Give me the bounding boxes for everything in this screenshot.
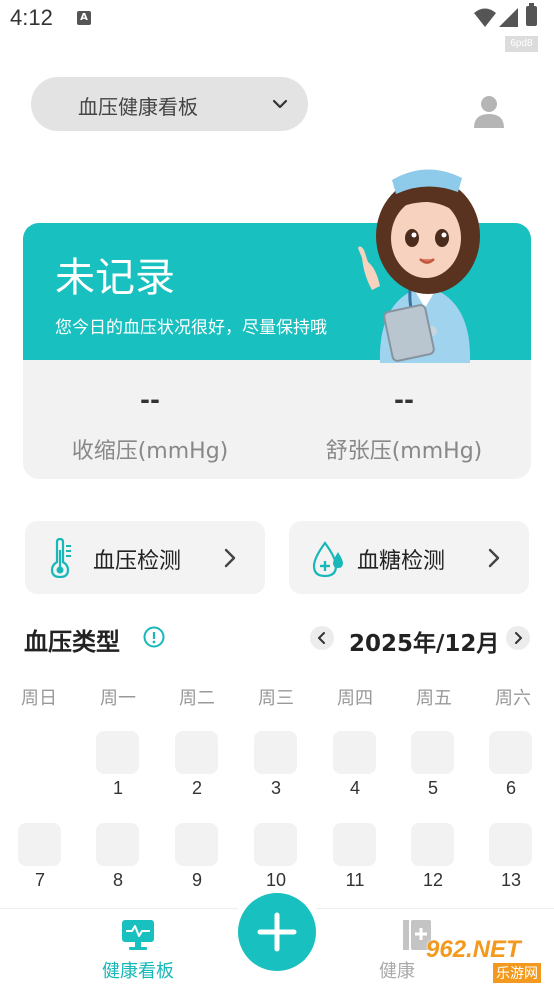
calendar-day-cell[interactable] (254, 731, 297, 774)
weekday-label: 周六 (495, 688, 531, 709)
systolic-block: -- 收缩压(mmHg) (23, 360, 277, 479)
diastolic-label: 舒张压(mmHg) (325, 439, 483, 464)
status-time: 4:12 (10, 5, 53, 30)
nurse-illustration (358, 169, 480, 363)
calendar-day-number: 11 (345, 870, 365, 890)
bp-detect-button[interactable]: 血压检测 (25, 521, 265, 594)
glucose-detect-button[interactable]: 血糖检测 (289, 521, 529, 594)
weekday-label: 周二 (179, 688, 215, 709)
chevron-right-icon (515, 632, 522, 644)
bp-status-title: 未记录 (55, 255, 175, 301)
calendar-day-cell[interactable] (96, 731, 139, 774)
watermark-sub: 乐游网 (493, 963, 541, 983)
calendar-day-number: 6 (505, 778, 516, 798)
info-icon[interactable] (143, 626, 165, 648)
notification-icon: A (77, 11, 91, 25)
weekday-label: 周日 (21, 688, 57, 709)
diastolic-value: -- (394, 386, 414, 414)
calendar-day-number: 7 (34, 870, 45, 890)
wifi-icon (474, 8, 496, 27)
calendar-day-cell[interactable] (489, 823, 532, 866)
calendar-title: 血压类型 (24, 628, 120, 656)
calendar-day-number: 13 (500, 870, 522, 890)
calendar-day-number: 4 (349, 778, 360, 798)
calendar-day-number: 8 (112, 870, 123, 890)
nav-item-dashboard[interactable]: 健康看板 (68, 909, 208, 986)
watermark-text: 962.NET (426, 936, 521, 963)
systolic-value: -- (140, 386, 160, 414)
chevron-down-icon (272, 99, 288, 109)
signal-icon (499, 8, 518, 27)
bp-values: -- 收缩压(mmHg) -- 舒张压(mmHg) (23, 360, 531, 479)
weekday-label: 周四 (337, 688, 373, 709)
weekday-label: 周五 (416, 688, 452, 709)
calendar-day-cell[interactable] (333, 731, 376, 774)
battery-icon (526, 3, 537, 26)
calendar-day-cell[interactable] (411, 731, 454, 774)
calendar-day-number: 2 (191, 778, 202, 798)
month-label: 2025年/12月 (349, 631, 500, 657)
app-screen: 4:12 A 6pd8 血压健康看板 未记录 您今日的血压状况很好，尽量保持哦 … (0, 0, 554, 986)
weekday-label: 周三 (258, 688, 294, 709)
chevron-right-icon (224, 548, 236, 568)
calendar-day-number: 5 (427, 778, 438, 798)
weekday-label: 周一 (100, 688, 136, 709)
previous-month-button[interactable] (310, 626, 334, 650)
next-month-button[interactable] (506, 626, 530, 650)
calendar-day-cell[interactable] (18, 823, 61, 866)
calendar-day-cell[interactable] (489, 731, 532, 774)
systolic-label: 收缩压(mmHg) (71, 439, 229, 464)
board-selector-dropdown[interactable]: 血压健康看板 (31, 77, 308, 131)
watermark-logo: 962.NET 乐游网 (418, 936, 552, 983)
monitor-pulse-icon (122, 920, 154, 950)
calendar-day-number: 1 (112, 778, 123, 798)
calendar-day-cell[interactable] (254, 823, 297, 866)
chevron-right-icon (488, 548, 500, 568)
calendar-day-cell[interactable] (96, 823, 139, 866)
board-selector-label: 血压健康看板 (78, 95, 198, 119)
chevron-left-icon (318, 632, 325, 644)
status-bar: 4:12 A 6pd8 (0, 0, 554, 52)
profile-icon[interactable] (472, 94, 506, 128)
calendar-day-cell[interactable] (411, 823, 454, 866)
thermometer-icon (50, 538, 71, 578)
nav-label-dashboard: 健康看板 (102, 961, 174, 982)
bp-detect-label: 血压检测 (93, 549, 182, 574)
calendar-day-number: 12 (422, 870, 444, 890)
add-record-button[interactable] (238, 893, 316, 971)
calendar-day-cell[interactable] (175, 731, 218, 774)
plus-icon (257, 912, 297, 952)
calendar-day-number: 9 (191, 870, 202, 890)
status-tag: 6pd8 (505, 36, 538, 52)
calendar-day-cell[interactable] (175, 823, 218, 866)
bp-status-description: 您今日的血压状况很好，尽量保持哦 (55, 318, 327, 338)
calendar-day-cell[interactable] (333, 823, 376, 866)
blood-drop-icon (312, 541, 343, 578)
diastolic-block: -- 舒张压(mmHg) (277, 360, 531, 479)
calendar-day-number: 3 (270, 778, 281, 798)
glucose-detect-label: 血糖检测 (357, 549, 446, 574)
